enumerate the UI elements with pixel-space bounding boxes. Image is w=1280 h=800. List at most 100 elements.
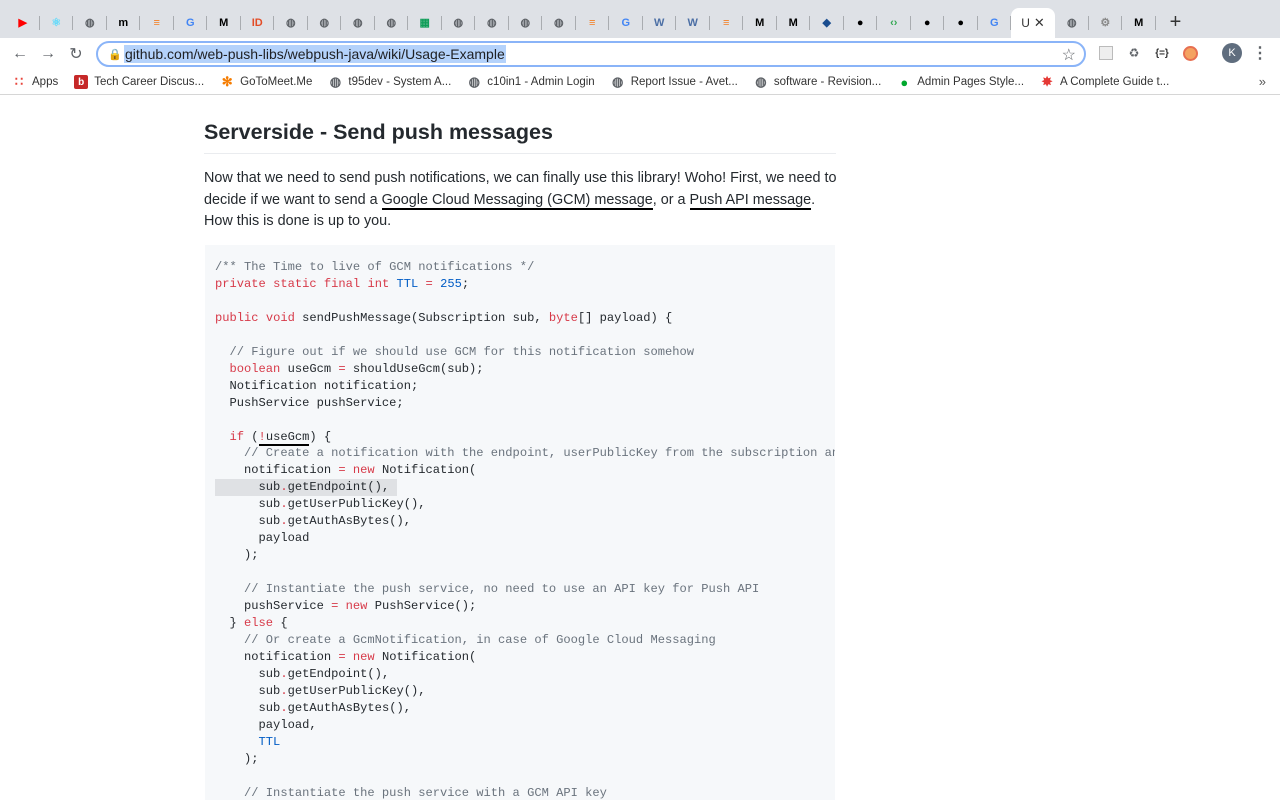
tab-6[interactable]: M [207, 8, 241, 38]
section-heading: Serverside - Send push messages [204, 120, 836, 154]
bookmark-star-icon[interactable]: ☆ [1062, 45, 1076, 65]
medium-icon: M [788, 16, 798, 29]
globe-icon: ◍ [553, 16, 564, 29]
bookmark-label: Admin Pages Style... [917, 76, 1025, 88]
apps-grid-icon: ∷ [14, 74, 24, 89]
code-line: notification = new Notification( [215, 463, 477, 478]
bookmark-label: software - Revision... [773, 76, 882, 88]
tab-12[interactable]: ▦ [408, 8, 442, 38]
bookmark-item[interactable]: b Tech Career Discus... [74, 75, 204, 89]
tab-15[interactable]: ◍ [509, 8, 543, 38]
globe-icon: ◍ [386, 16, 397, 29]
reload-button[interactable]: ↻ [62, 40, 90, 68]
code-line: public void sendPushMessage(Subscription… [215, 310, 673, 325]
tab-20[interactable]: W [676, 8, 710, 38]
address-bar[interactable]: 🔒 github.com/web-push-libs/webpush-java/… [96, 41, 1086, 67]
bookmark-label: Report Issue - Avet... [630, 76, 738, 88]
code-line: ​ [215, 768, 835, 785]
bookmark-item[interactable]: ● Admin Pages Style... [897, 74, 1025, 90]
w3schools-icon: W [687, 16, 698, 29]
more-menu-icon[interactable]: ⋮ [1250, 43, 1270, 63]
globe-icon: ◍ [486, 16, 497, 29]
bookmark-item[interactable]: ◍ t95dev - System A... [328, 74, 452, 89]
tab-trailing-1[interactable]: ⚙ [1089, 8, 1123, 38]
bookmark-item[interactable]: ◍ software - Revision... [754, 74, 882, 89]
tab-26[interactable]: ‹› [877, 8, 911, 38]
tab-0[interactable]: ▶ [6, 8, 40, 38]
tab-1[interactable]: ⚛ [40, 8, 74, 38]
bookmarks-overflow-button[interactable]: » [1259, 74, 1266, 89]
blind-b-icon: b [74, 75, 89, 89]
bookmark-item[interactable]: ✻ GoToMeet.Me [220, 74, 313, 89]
tab-16[interactable]: ◍ [542, 8, 576, 38]
tab-active[interactable]: U ✕ [1011, 8, 1055, 38]
evernote-icon: ● [900, 74, 909, 90]
tab-17[interactable]: ≡ [576, 8, 610, 38]
globe-icon: ◍ [285, 16, 296, 29]
code-line: ​ [215, 412, 835, 429]
avatar[interactable]: K [1222, 43, 1242, 63]
bookmark-item[interactable]: ◍ c10in1 - Admin Login [467, 74, 595, 89]
tab-4[interactable]: ≡ [140, 8, 174, 38]
bookmark-item[interactable]: ∷ Apps [12, 74, 58, 89]
google-icon: G [989, 16, 999, 29]
arrow-left-icon: ← [12, 45, 28, 62]
tab-28[interactable]: ● [944, 8, 978, 38]
reload-icon: ↻ [69, 46, 83, 63]
new-tab-button[interactable]: + [1162, 8, 1190, 36]
back-button[interactable]: ← [6, 40, 34, 68]
code-line: if (!useGcm) { [229, 429, 332, 446]
tab-23[interactable]: M [777, 8, 811, 38]
globe-icon: ◍ [520, 16, 531, 29]
tab-18[interactable]: G [609, 8, 643, 38]
tab-2[interactable]: ◍ [73, 8, 107, 38]
code-line: // Instantiate the push service, no need… [244, 582, 760, 597]
globe-icon: ◍ [352, 16, 363, 29]
recycle-icon[interactable]: ♻ [1124, 43, 1144, 63]
tab-19[interactable]: W [643, 8, 677, 38]
code-block: /** The Time to live of GCM notification… [205, 245, 835, 800]
tab-27[interactable]: ● [911, 8, 945, 38]
tab-13[interactable]: ◍ [442, 8, 476, 38]
tab-9[interactable]: ◍ [308, 8, 342, 38]
tab-trailing-2[interactable]: M [1122, 8, 1156, 38]
code-line: // Instantiate the push service with a G… [244, 785, 607, 800]
tab-7[interactable]: ID [241, 8, 275, 38]
tab-trailing-0[interactable]: ◍ [1055, 8, 1089, 38]
extension-grid-icon[interactable] [1096, 43, 1116, 63]
tab-10[interactable]: ◍ [341, 8, 375, 38]
tab-strip: ▶ ⚛ ◍ m ≡ G M ID ◍ ◍ ◍ ◍ ▦ ◍ ◍ ◍ ◍ ≡ G W W ≡ M M ◆ ● ‹› ● ● G U ✕ ◍ ⚙ M + [0, 0, 1280, 38]
lock-icon: 🔒 [108, 48, 122, 61]
wheel-icon: ✸ [1041, 74, 1053, 89]
tab-14[interactable]: ◍ [475, 8, 509, 38]
code-line: PushService pushService; [215, 395, 404, 410]
intro-text-2: , or a [652, 191, 690, 208]
github-icon: ● [856, 16, 864, 29]
react-icon: ⚛ [51, 16, 62, 29]
tab-8[interactable]: ◍ [274, 8, 308, 38]
bookmark-item[interactable]: ◍ Report Issue - Avet... [611, 74, 738, 89]
medium-icon: M [1134, 16, 1144, 29]
tab-11[interactable]: ◍ [375, 8, 409, 38]
tab-24[interactable]: ◆ [810, 8, 844, 38]
tab-21[interactable]: ≡ [710, 8, 744, 38]
google-icon: G [621, 16, 631, 29]
tab-5[interactable]: G [174, 8, 208, 38]
forward-button[interactable]: → [34, 40, 62, 68]
tab-22[interactable]: M [743, 8, 777, 38]
close-tab-icon[interactable]: ✕ [1034, 15, 1045, 31]
bookmark-item[interactable]: ✸ A Complete Guide t... [1040, 74, 1170, 89]
gcm-link[interactable]: Google Cloud Messaging (GCM) message [381, 191, 653, 210]
avatar-letter: K [1228, 47, 1236, 59]
tab-25[interactable]: ● [844, 8, 878, 38]
url-text[interactable]: github.com/web-push-libs/webpush-java/wi… [124, 45, 506, 63]
medium-icon: M [755, 16, 765, 29]
intro-paragraph: Now that we need to send push notificati… [204, 168, 844, 233]
json-formatter-icon[interactable]: {=} [1152, 43, 1172, 63]
globe-icon: ◍ [612, 74, 624, 89]
arrow-right-icon: → [40, 45, 56, 62]
orange-extension-icon[interactable] [1180, 43, 1200, 63]
push-api-link[interactable]: Push API message [689, 191, 812, 210]
tab-29[interactable]: G [978, 8, 1012, 38]
tab-3[interactable]: m [107, 8, 141, 38]
